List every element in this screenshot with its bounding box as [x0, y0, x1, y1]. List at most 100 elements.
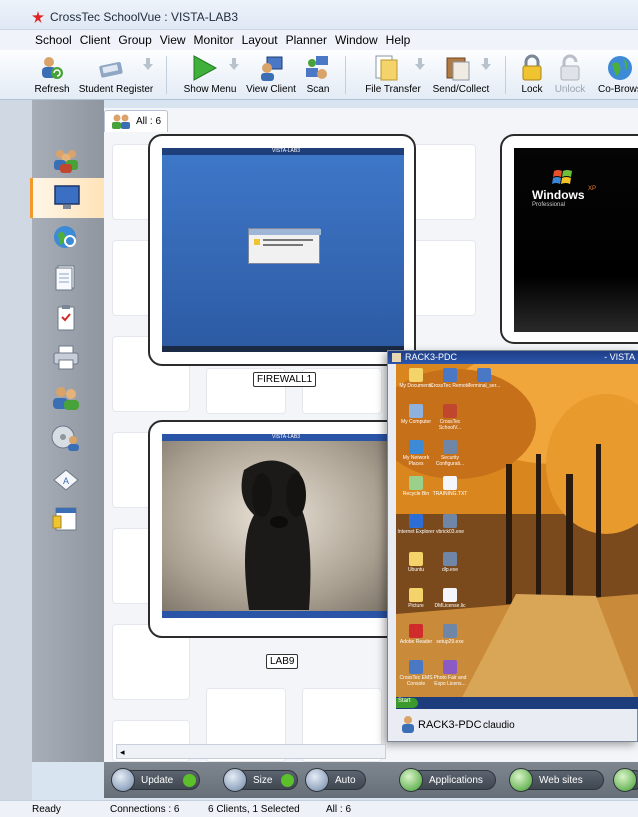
globe-search-icon [54, 226, 76, 248]
client-name-firewall1: FIREWALL1 [253, 372, 317, 387]
sidebar-item-printer[interactable] [32, 338, 104, 378]
auto-button[interactable]: Auto [305, 768, 366, 792]
title-bar: CrossTec SchoolVue : VISTA-LAB3 [0, 0, 638, 30]
window-title: CrossTec SchoolVue : VISTA-LAB3 [50, 10, 239, 24]
windows-logo-icon [552, 170, 572, 184]
group-users-icon [112, 114, 130, 129]
menu-layout[interactable]: Layout [239, 30, 283, 50]
menu-planner[interactable]: Planner [283, 30, 332, 50]
send-collect-button[interactable]: Send/Collect [426, 52, 496, 98]
menu-window[interactable]: Window [332, 30, 383, 50]
preview-app-icon [392, 353, 401, 362]
sidebar-item-documents[interactable] [32, 258, 104, 298]
unlock-icon [560, 54, 580, 81]
lock-button[interactable]: Lock [516, 52, 548, 98]
refresh-button[interactable]: Refresh [32, 52, 72, 98]
menu-help[interactable]: Help [383, 30, 416, 50]
scroll-left-arrow-icon[interactable]: ◂ [120, 747, 125, 758]
client-screen: Windows XP Professional [514, 148, 638, 332]
monitor-icon [223, 768, 247, 792]
group-users-icon [54, 150, 78, 173]
horizontal-scrollbar[interactable]: ◂ [116, 744, 386, 759]
desktop-icon[interactable]: DMLicense.lic [430, 588, 470, 609]
start-button[interactable]: Start [396, 698, 418, 708]
cd-user-icon [51, 425, 79, 451]
crosstec-logo-icon [32, 11, 44, 23]
dropdown-arrow-icon[interactable] [415, 58, 425, 70]
client-thumbnail-lab9[interactable]: VISTA-LAB3 [148, 420, 416, 638]
lock-icon [522, 54, 542, 81]
sidebar: A [30, 100, 104, 762]
file-transfer-icon [375, 55, 398, 81]
desktop-icon[interactable]: setup29.exe [430, 624, 470, 645]
globe-icon [509, 768, 533, 792]
menu-bar: School Client Group View Monitor Layout … [0, 30, 638, 50]
remote-taskbar: Start [396, 697, 638, 709]
desktop-icon[interactable]: vbrick03.exe [430, 514, 470, 535]
desktop-icon[interactable]: TRAINING.TXT [430, 476, 470, 497]
sidebar-item-web[interactable] [32, 218, 104, 258]
send-collect-icon [446, 57, 470, 81]
desktop-icon[interactable]: CrossTec SchoolV... [430, 404, 470, 431]
view-client-icon [261, 56, 283, 81]
scan-button[interactable]: Scan [300, 52, 336, 98]
dropdown-arrow-icon[interactable] [481, 58, 491, 70]
client-screen: VISTA-LAB3 [162, 434, 404, 618]
sidebar-item-disc[interactable] [32, 418, 104, 458]
client-preview-window-rack3[interactable]: RACK3-PDC - VISTA My Documents CrossTec … [387, 350, 638, 742]
search-button[interactable] [613, 768, 638, 792]
sidebar-item-groups[interactable] [32, 140, 104, 180]
update-button[interactable]: Update [111, 768, 200, 792]
up-arrow-icon[interactable] [183, 774, 196, 787]
status-connections: Connections : 6 [110, 804, 180, 815]
planner-icon [52, 507, 77, 531]
file-transfer-button[interactable]: File Transfer [362, 52, 425, 98]
toolbar-separator [505, 56, 506, 94]
remote-title-strip: VISTA-LAB3 [162, 148, 404, 155]
menu-view[interactable]: View [157, 30, 191, 50]
svg-text:A: A [63, 476, 69, 486]
tab-all[interactable]: All : 6 [104, 110, 168, 132]
keyboard-key-icon: A [53, 469, 79, 491]
up-arrow-icon[interactable] [281, 774, 294, 787]
desktop-icon[interactable]: Terminal_ser... [464, 368, 504, 389]
document-icon [55, 265, 75, 291]
menu-client[interactable]: Client [77, 30, 116, 50]
desktop-icon[interactable]: Photo Fair and Expo Licens... [430, 660, 470, 687]
auto-arrange-icon [305, 768, 329, 792]
status-ready: Ready [32, 804, 61, 815]
sidebar-item-keyboard[interactable]: A [32, 458, 104, 498]
remote-taskbar [162, 611, 404, 618]
status-clients: 6 Clients, 1 Selected [208, 804, 300, 815]
toolbar-separator [166, 56, 167, 94]
menu-monitor[interactable]: Monitor [191, 30, 239, 50]
desktop-icon[interactable]: dlp.exe [430, 552, 470, 573]
users-icon [53, 387, 79, 410]
web-sites-button[interactable]: Web sites [509, 768, 604, 792]
menu-school[interactable]: School [32, 30, 77, 50]
co-browse-button[interactable]: Co-Brows [596, 52, 638, 98]
show-menu-button[interactable]: Show Menu [180, 52, 240, 98]
desktop-icon[interactable]: Security Configurati... [430, 440, 470, 467]
users-refresh-icon [42, 57, 63, 79]
sidebar-item-monitor[interactable] [30, 178, 104, 218]
client-thumbnail-xp[interactable]: Windows XP Professional [500, 134, 638, 344]
menu-group[interactable]: Group [115, 30, 156, 50]
remote-taskbar [162, 346, 404, 352]
applications-button[interactable]: Applications [399, 768, 496, 792]
dropdown-arrow-icon[interactable] [229, 58, 239, 70]
client-name-lab9: LAB9 [266, 654, 299, 669]
preview-desktop: My Documents CrossTec Remote Terminal_se… [396, 364, 638, 709]
dropdown-arrow-icon[interactable] [143, 58, 153, 70]
view-client-button[interactable]: View Client [243, 52, 299, 98]
sidebar-item-users[interactable] [32, 378, 104, 418]
sidebar-item-survey[interactable] [32, 298, 104, 338]
student-register-button[interactable]: Student Register [76, 52, 156, 98]
client-screen: VISTA-LAB3 [162, 148, 404, 352]
play-icon [193, 55, 218, 81]
client-thumbnail-firewall1[interactable]: VISTA-LAB3 [148, 134, 416, 366]
unlock-button[interactable]: Unlock [552, 52, 588, 98]
size-button[interactable]: Size [223, 768, 298, 792]
search-icon [613, 768, 637, 792]
sidebar-item-planner[interactable] [32, 498, 104, 538]
